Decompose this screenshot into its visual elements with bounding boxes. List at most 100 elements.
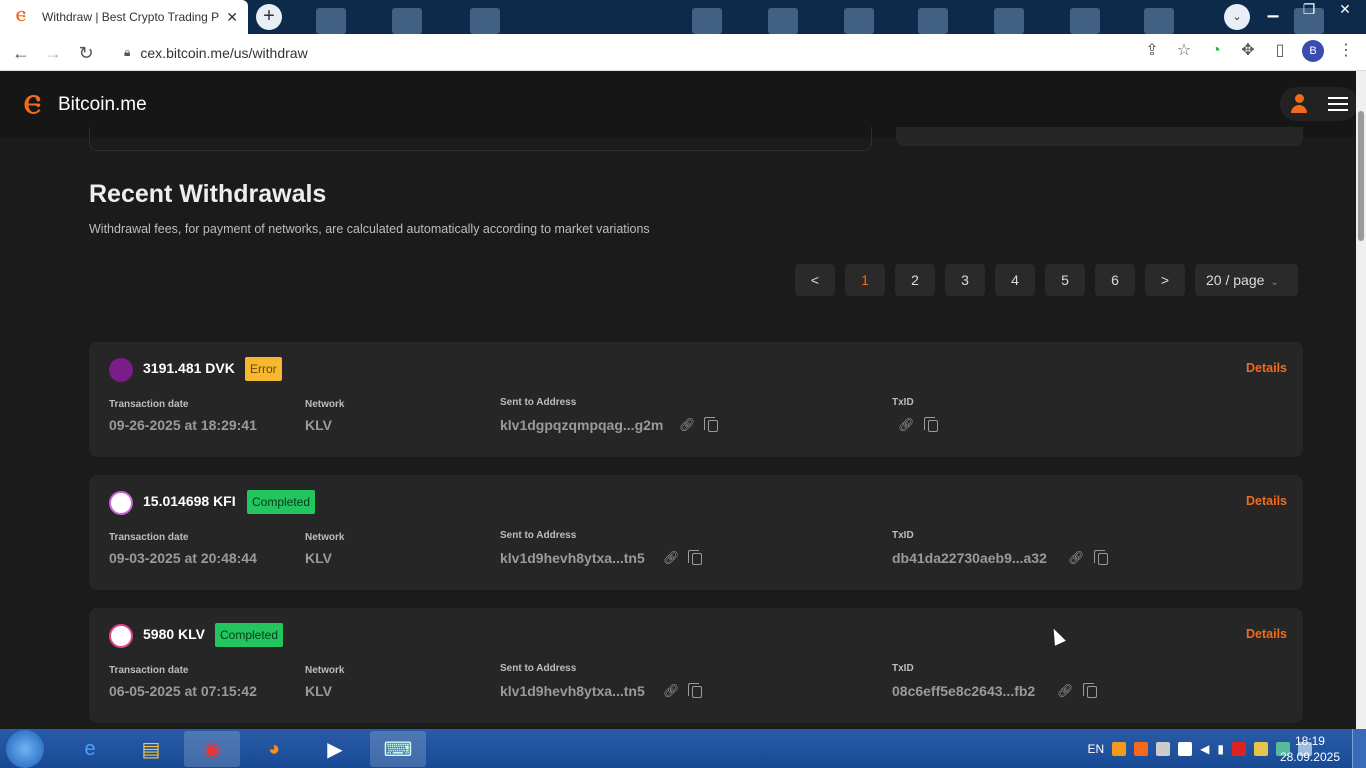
- page-button-4[interactable]: 4: [995, 264, 1035, 296]
- toolbar-icons: ⇪ ☆ ◔ ✥ ▯ B ⋮: [1142, 40, 1356, 62]
- logo-text: Bitcoin.me: [58, 94, 147, 115]
- side-panel-icon[interactable]: ▯: [1270, 40, 1290, 62]
- tray-app-icon[interactable]: [1254, 741, 1268, 756]
- file-explorer-icon[interactable]: ▤: [123, 731, 179, 767]
- details-link[interactable]: Details: [1246, 627, 1287, 641]
- transaction-date-value: 09-03-2025 at 20:48:44: [109, 550, 257, 566]
- forward-arrow-icon[interactable]: →: [42, 42, 64, 64]
- txid-copy-icon[interactable]: [1083, 683, 1097, 698]
- section-subtitle: Withdrawal fees, for payment of networks…: [89, 222, 650, 236]
- media-player-icon[interactable]: ▶: [307, 731, 363, 767]
- transaction-date-label: Transaction date: [109, 665, 189, 676]
- page-button-3[interactable]: 3: [945, 264, 985, 296]
- show-desktop-button[interactable]: [1352, 729, 1366, 768]
- scrollbar-thumb[interactable]: [1358, 111, 1364, 241]
- clock-date: 28.09.2025: [1279, 750, 1340, 764]
- page-size-select[interactable]: 20 / page ⌄: [1195, 264, 1298, 296]
- firefox-icon[interactable]: ◕: [246, 731, 302, 767]
- page-button-1[interactable]: 1: [845, 264, 885, 296]
- address-copy-icon[interactable]: [704, 417, 718, 432]
- sent-to-address-label: Sent to Address: [500, 663, 577, 674]
- extension-green-icon[interactable]: ◔: [1206, 40, 1226, 62]
- bitcoin-me-favicon-icon: Ⲉ: [16, 8, 26, 25]
- address-link-icon[interactable]: 🔗︎: [663, 550, 680, 566]
- txid-link-icon[interactable]: 🔗︎: [1068, 550, 1085, 566]
- browser-toolbar: ← → ↻ 🔒︎ cex.bitcoin.me/us/withdraw ⇪ ☆ …: [0, 34, 1366, 71]
- close-tab-icon[interactable]: ✕: [226, 9, 238, 26]
- withdrawal-amount: 5980 KLV: [143, 626, 205, 642]
- close-window-icon[interactable]: ✕: [1334, 0, 1356, 18]
- txid-link-icon[interactable]: 🔗︎: [898, 417, 915, 433]
- bookmark-star-icon[interactable]: ☆: [1174, 40, 1194, 62]
- web-page: Ⲉ Bitcoin.me Recent Withdrawals Withdraw…: [0, 71, 1366, 729]
- page-button-5[interactable]: 5: [1045, 264, 1085, 296]
- internet-explorer-icon[interactable]: e: [62, 731, 118, 767]
- page-size-value: 20 / page: [1206, 272, 1265, 288]
- tab-search-chevron-icon[interactable]: ⌄: [1224, 4, 1250, 30]
- url-text: cex.bitcoin.me/us/withdraw: [140, 44, 308, 61]
- address-link-icon[interactable]: 🔗︎: [663, 683, 680, 699]
- clock[interactable]: 18:19 28.09.2025: [1280, 733, 1340, 765]
- chrome-icon[interactable]: ◉: [184, 731, 240, 767]
- address-copy-icon[interactable]: [688, 550, 702, 565]
- tray-app-icon[interactable]: [1178, 741, 1193, 756]
- minimize-icon[interactable]: ▁: [1262, 0, 1284, 18]
- tray-app-icon[interactable]: [1232, 741, 1246, 756]
- browser-tabstrip: Ⲉ Withdraw | Best Crypto Trading P ✕ + ⌄…: [0, 0, 1366, 34]
- next-page-button[interactable]: >: [1145, 264, 1185, 296]
- extensions-puzzle-icon[interactable]: ✥: [1238, 40, 1258, 62]
- network-signal-icon[interactable]: ▮: [1217, 742, 1224, 756]
- withdrawal-amount: 3191.481 DVK: [143, 360, 235, 376]
- tray-app-icon[interactable]: [1134, 741, 1149, 756]
- volume-icon[interactable]: ◀: [1200, 742, 1209, 756]
- txid-value: 08c6eff5e8c2643...fb2: [892, 683, 1036, 699]
- window-controls: ▁ ❐ ✕: [1262, 0, 1356, 18]
- txid-value: db41da22730aeb9...a32: [892, 550, 1047, 566]
- address-bar[interactable]: 🔒︎ cex.bitcoin.me/us/withdraw: [112, 38, 1202, 67]
- txid-label: TxID: [892, 397, 914, 408]
- page-button-6[interactable]: 6: [1095, 264, 1135, 296]
- page-button-2[interactable]: 2: [895, 264, 935, 296]
- prev-page-button[interactable]: <: [795, 264, 835, 296]
- chevron-down-icon: ⌄: [1270, 277, 1279, 288]
- bitcoin-me-logo-icon: Ⲉ: [24, 90, 41, 120]
- keyboard-app-icon[interactable]: ⌨: [370, 731, 426, 767]
- sent-to-address-label: Sent to Address: [500, 397, 577, 408]
- txid-copy-icon[interactable]: [1094, 550, 1108, 565]
- txid-copy-icon[interactable]: [924, 417, 938, 432]
- tray-app-icon[interactable]: [1156, 741, 1171, 756]
- sent-to-address-value: klv1d9hevh8ytxa...tn5: [500, 550, 645, 566]
- browser-tab[interactable]: Ⲉ Withdraw | Best Crypto Trading P ✕: [0, 0, 248, 34]
- txid-label: TxID: [892, 530, 914, 541]
- address-link-icon[interactable]: 🔗︎: [679, 417, 696, 433]
- kebab-menu-icon[interactable]: ⋮: [1336, 40, 1356, 62]
- reload-icon[interactable]: ↻: [75, 42, 97, 64]
- header-actions: [1280, 87, 1358, 121]
- language-indicator[interactable]: EN: [1087, 742, 1104, 756]
- network-label: Network: [305, 399, 345, 410]
- address-copy-icon[interactable]: [688, 683, 702, 698]
- details-link[interactable]: Details: [1246, 494, 1287, 508]
- back-arrow-icon[interactable]: ←: [10, 42, 32, 64]
- site-logo[interactable]: Ⲉ Bitcoin.me: [24, 91, 147, 119]
- tray-app-icon[interactable]: [1112, 741, 1127, 756]
- txid-link-icon[interactable]: 🔗︎: [1057, 683, 1074, 699]
- new-tab-button[interactable]: +: [256, 4, 282, 30]
- details-link[interactable]: Details: [1246, 361, 1287, 375]
- start-button[interactable]: [6, 730, 44, 768]
- profile-avatar[interactable]: B: [1302, 40, 1324, 62]
- system-tray: EN ◀ ▮: [1087, 729, 1312, 768]
- restore-icon[interactable]: ❐: [1298, 0, 1320, 18]
- sent-to-address-value: klv1dgpqzqmpqag...g2m: [500, 417, 664, 433]
- pagination: < 1 2 3 4 5 6 > 20 / page ⌄: [795, 264, 1298, 296]
- hamburger-menu-icon[interactable]: [1328, 97, 1348, 111]
- previous-panel-edge: [89, 127, 872, 151]
- share-icon[interactable]: ⇪: [1142, 40, 1162, 62]
- network-value: KLV: [305, 417, 332, 433]
- clock-time: 18:19: [1294, 734, 1325, 748]
- section-title: Recent Withdrawals: [89, 180, 327, 208]
- kfi-coin-icon: [109, 491, 133, 515]
- page-scrollbar[interactable]: [1356, 71, 1366, 729]
- user-icon[interactable]: [1290, 94, 1308, 114]
- status-badge: Completed: [215, 623, 284, 647]
